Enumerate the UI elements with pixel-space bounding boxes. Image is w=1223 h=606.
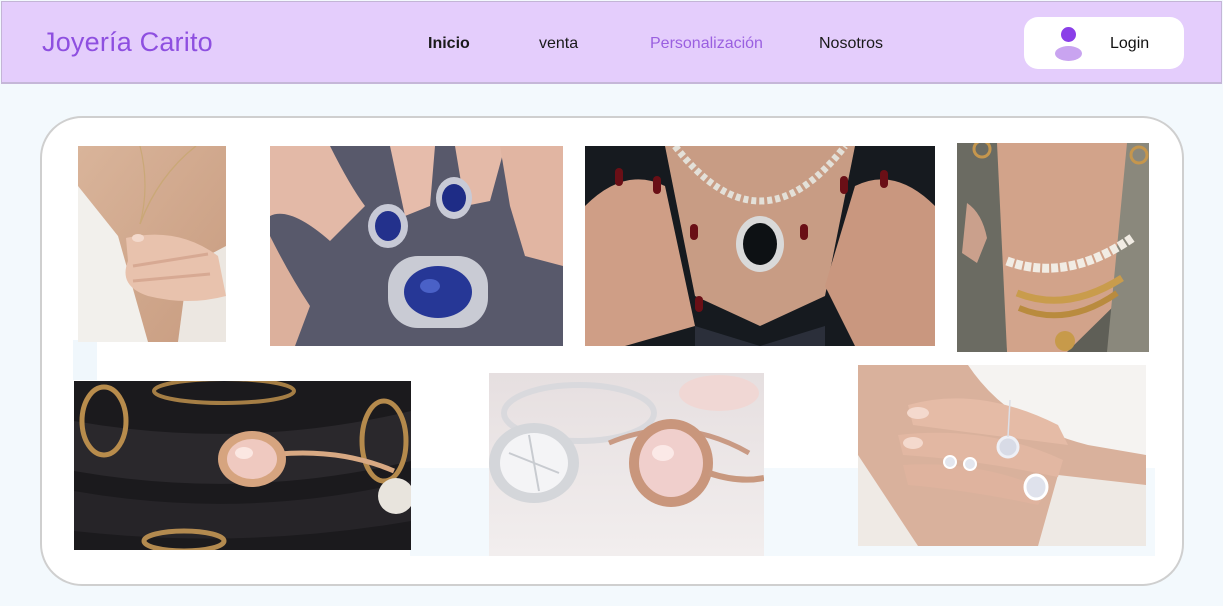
photo-diamond-morganite-rings xyxy=(489,373,764,556)
photo-pearl-gold-necklaces xyxy=(957,143,1149,352)
brand-logo[interactable]: Joyería Carito xyxy=(42,27,213,58)
login-button[interactable]: Login xyxy=(1024,17,1184,69)
photo-black-diamond-necklace xyxy=(585,146,935,346)
user-avatar-icon xyxy=(1054,27,1084,61)
top-navbar: Joyería Carito Inicio venta Personalizac… xyxy=(1,1,1222,84)
photo-pendant-necklace xyxy=(78,146,226,342)
nav-link-venta[interactable]: venta xyxy=(539,35,578,53)
photo-diamond-rings-earrings xyxy=(858,365,1146,546)
login-label: Login xyxy=(1110,35,1150,52)
nav-link-personalizacion[interactable]: Personalización xyxy=(650,35,763,53)
gallery-backdrop-tint xyxy=(73,340,97,380)
nav-link-inicio[interactable]: Inicio xyxy=(428,35,470,53)
photo-sapphire-jewelry xyxy=(270,146,563,346)
photo-morganite-ring xyxy=(74,381,411,550)
nav-link-nosotros[interactable]: Nosotros xyxy=(819,35,883,53)
